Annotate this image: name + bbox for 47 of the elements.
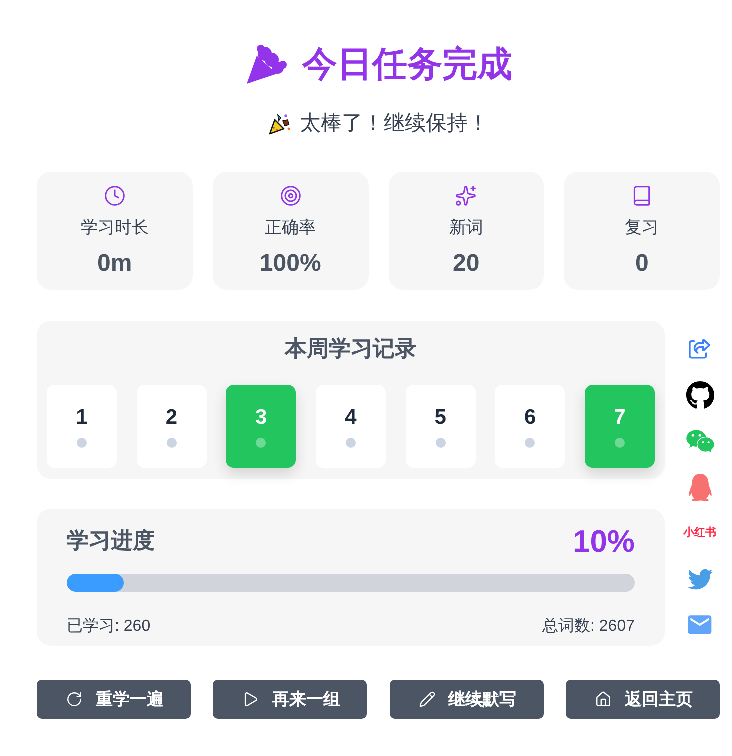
learned-count: 已学习: 260 xyxy=(67,617,151,638)
sparkles-icon xyxy=(455,185,478,208)
day-number: 7 xyxy=(614,405,626,430)
day-number: 3 xyxy=(255,405,268,430)
stat-label: 正确率 xyxy=(265,217,316,240)
progress-percent: 10% xyxy=(572,522,635,560)
progress-title: 学习进度 xyxy=(67,526,155,555)
github-icon[interactable] xyxy=(686,380,714,410)
day-dot-icon xyxy=(346,438,356,448)
stat-value: 0 xyxy=(635,250,649,280)
refresh-icon xyxy=(66,691,83,708)
day-number: 1 xyxy=(76,405,88,430)
day-dot-icon xyxy=(525,438,536,448)
day-number: 5 xyxy=(434,405,446,430)
week-title: 本周学习记录 xyxy=(285,335,417,364)
home-icon xyxy=(594,691,612,708)
stat-label: 复习 xyxy=(625,217,660,240)
play-icon xyxy=(242,691,260,708)
stat-value: 20 xyxy=(453,250,480,280)
day-dot-icon xyxy=(166,438,177,448)
action-button[interactable]: 返回主页 xyxy=(566,680,720,720)
stat-value: 0m xyxy=(98,250,132,280)
party-popper-icon xyxy=(268,112,292,136)
total-count: 总词数: 2607 xyxy=(542,617,635,638)
share-icon[interactable] xyxy=(689,338,711,360)
action-button[interactable]: 再来一组 xyxy=(213,680,368,720)
day-dot-icon xyxy=(614,438,625,448)
pencil-icon xyxy=(418,691,436,708)
brand-link[interactable]: 小红书 xyxy=(684,520,716,546)
day-number: 2 xyxy=(166,405,178,430)
stat-value: 100% xyxy=(260,250,322,280)
target-icon xyxy=(280,185,302,208)
party-popper-icon xyxy=(244,44,288,86)
page-title: 今日任务完成 xyxy=(302,44,512,86)
clock-icon xyxy=(104,185,126,208)
stat-label: 学习时长 xyxy=(80,217,149,240)
day-dot-icon xyxy=(436,438,446,448)
subtitle: 太棒了！继续保持！ xyxy=(300,111,489,137)
bird-icon[interactable] xyxy=(688,566,712,592)
day-number: 6 xyxy=(524,405,536,430)
day-dot-icon xyxy=(256,438,266,448)
penguin-icon[interactable] xyxy=(686,474,714,501)
stat-label: 新词 xyxy=(449,217,484,240)
action-button[interactable]: 继续默写 xyxy=(390,680,544,720)
day-dot-icon xyxy=(77,438,87,448)
action-button[interactable]: 重学一遍 xyxy=(37,680,191,720)
day-number: 4 xyxy=(345,405,357,430)
